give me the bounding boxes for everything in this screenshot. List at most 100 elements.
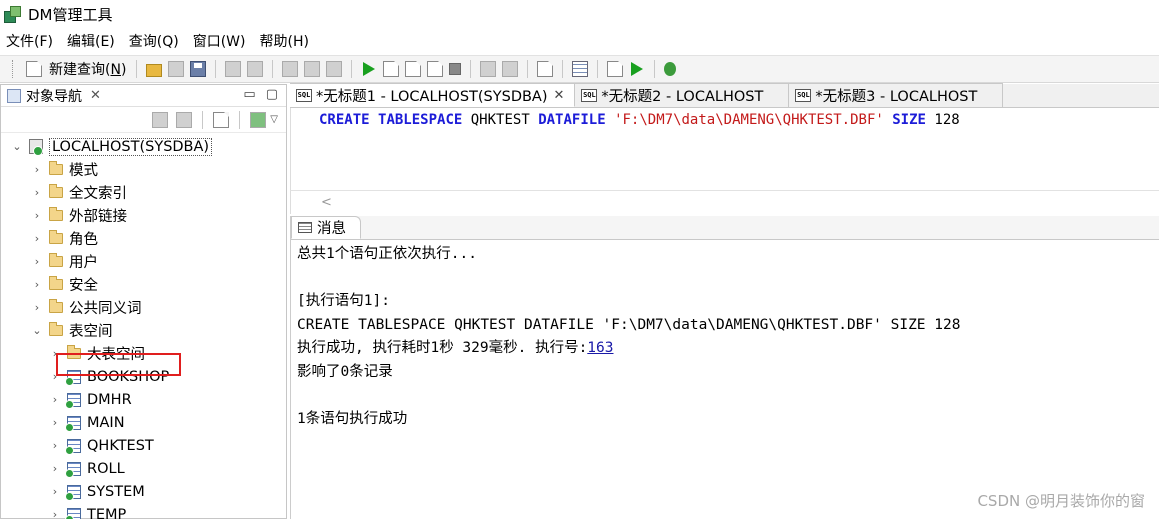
messages-body: 总共1个语句正依次执行... [执行语句1]: CREATE TABLESPAC… <box>291 240 1159 434</box>
chevron-down-icon[interactable]: ⌄ <box>11 140 23 153</box>
chevron-right-icon[interactable]: › <box>31 301 43 314</box>
toolbar-separator <box>654 60 656 78</box>
menu-edit[interactable]: 编辑(E) <box>67 31 115 51</box>
menu-window[interactable]: 窗口(W) <box>193 31 246 51</box>
rollback-icon[interactable] <box>502 61 519 77</box>
menu-file[interactable]: 文件(F) <box>6 31 53 51</box>
editor-tab-2[interactable]: SQL *无标题2 - LOCALHOST <box>575 83 790 107</box>
redo-icon[interactable] <box>247 61 264 77</box>
folder-open-icon <box>49 322 63 336</box>
open-folder-icon[interactable] <box>146 63 163 77</box>
tablespace-icon <box>65 484 81 501</box>
maximize-icon[interactable]: ▢ <box>266 87 278 102</box>
save-all-icon[interactable] <box>190 61 207 77</box>
sql-keyword: SIZE <box>892 112 926 128</box>
navigator-close-icon[interactable]: ✕ <box>90 88 101 103</box>
chevron-right-icon[interactable]: › <box>31 232 43 245</box>
result-grid-icon[interactable] <box>572 61 589 77</box>
tree-item-user[interactable]: › 用户 <box>31 250 98 273</box>
cut-icon[interactable] <box>282 61 299 77</box>
folder-icon <box>49 276 63 290</box>
copy-icon[interactable] <box>304 61 321 77</box>
tab-close-icon[interactable]: ✕ <box>554 88 565 103</box>
tablespace-icon <box>65 438 81 455</box>
disconnect-icon[interactable] <box>176 111 193 128</box>
chevron-right-icon[interactable]: › <box>31 186 43 199</box>
editor-tab-1[interactable]: SQL *无标题1 - LOCALHOST(SYSDBA) ✕ <box>290 83 576 107</box>
tree-item-roll[interactable]: › ROLL <box>49 457 125 480</box>
chevron-right-icon[interactable]: › <box>31 278 43 291</box>
sql-file-icon: SQL <box>795 89 812 102</box>
stop-icon[interactable] <box>449 63 462 75</box>
sql-editor[interactable]: CREATE TABLESPACE QHKTEST DATAFILE 'F:\D… <box>290 108 1159 190</box>
collapse-all-icon[interactable] <box>250 111 267 128</box>
minimize-icon[interactable]: ▭ <box>243 87 255 102</box>
chevron-right-icon[interactable]: › <box>49 416 61 429</box>
tree-item-main[interactable]: › MAIN <box>49 411 125 434</box>
chevron-right-icon[interactable]: › <box>31 163 43 176</box>
editor-tabs: SQL *无标题1 - LOCALHOST(SYSDBA) ✕ SQL *无标题… <box>290 83 1159 108</box>
chevron-right-icon[interactable]: › <box>49 462 61 475</box>
undo-icon[interactable] <box>225 61 242 77</box>
debug-run-icon[interactable] <box>631 62 644 76</box>
save-icon-disabled[interactable] <box>168 61 185 77</box>
messages-tab[interactable]: 消息 <box>291 216 361 239</box>
chevron-right-icon[interactable]: › <box>49 485 61 498</box>
tree-item-label: 角色 <box>69 232 98 248</box>
messages-panel: 消息 总共1个语句正依次执行... [执行语句1]: CREATE TABLES… <box>290 216 1159 519</box>
tree-item-role[interactable]: › 角色 <box>31 227 98 250</box>
main-toolbar: 新建查询(N) <box>0 55 1159 83</box>
message-line <box>297 384 1153 408</box>
view-menu-icon[interactable]: ▽ <box>270 114 278 125</box>
toolbar-separator <box>239 110 241 129</box>
tree-item-fulltext[interactable]: › 全文索引 <box>31 181 127 204</box>
toolbar-separator <box>351 60 353 78</box>
tree-item-public-synonym[interactable]: › 公共同义词 <box>31 296 142 319</box>
chevron-right-icon[interactable]: › <box>49 393 61 406</box>
chevron-down-icon[interactable]: ⌄ <box>31 324 43 337</box>
tree-item-dmhr[interactable]: › DMHR <box>49 388 132 411</box>
explain-icon[interactable] <box>405 61 422 77</box>
server-icon <box>29 139 43 156</box>
connect-icon[interactable] <box>152 111 169 128</box>
navigator-tab[interactable]: 对象导航 ✕ <box>7 86 101 106</box>
chevron-right-icon[interactable]: › <box>49 508 61 519</box>
chevron-right-icon[interactable]: › <box>31 255 43 268</box>
tree-item-schema[interactable]: › 模式 <box>31 158 98 181</box>
editor-tab-3[interactable]: SQL *无标题3 - LOCALHOST <box>789 83 1004 107</box>
execution-id-link[interactable]: 163 <box>587 340 613 356</box>
tree-item-tablespace[interactable]: ⌄ 表空间 <box>31 319 113 342</box>
toolbar-separator <box>597 60 599 78</box>
new-document-icon <box>26 61 42 77</box>
scroll-left-icon[interactable]: < <box>321 195 332 210</box>
tree-item-label: 模式 <box>69 163 98 179</box>
execute-icon[interactable] <box>363 62 376 76</box>
tree-root[interactable]: ⌄ LOCALHOST(SYSDBA) <box>11 135 213 158</box>
tree-item-temp[interactable]: › TEMP <box>49 503 126 519</box>
tree-item-security[interactable]: › 安全 <box>31 273 98 296</box>
execute-script-icon[interactable] <box>383 61 400 77</box>
tree-item-external-link[interactable]: › 外部链接 <box>31 204 127 227</box>
tree-item-label: DMHR <box>87 391 132 408</box>
sql-identifier: QHKTEST <box>470 112 530 128</box>
refresh-icon[interactable] <box>213 111 230 128</box>
debug-bug-icon[interactable] <box>664 62 677 76</box>
history-icon[interactable] <box>607 61 624 77</box>
chevron-right-icon[interactable]: › <box>49 439 61 452</box>
tree-item-system[interactable]: › SYSTEM <box>49 480 145 503</box>
new-query-button[interactable]: 新建查询(N) <box>19 59 130 79</box>
toolbar-grip <box>12 60 15 78</box>
paste-icon[interactable] <box>326 61 343 77</box>
tree-item-qhktest[interactable]: › QHKTEST <box>49 434 154 457</box>
execute-plan-icon[interactable] <box>427 61 444 77</box>
tree-item-label: 表空间 <box>69 324 113 340</box>
tablespace-icon <box>65 415 81 432</box>
commit-icon[interactable] <box>480 61 497 77</box>
format-icon[interactable] <box>537 61 554 77</box>
menu-help[interactable]: 帮助(H) <box>260 31 309 51</box>
horizontal-scrollbar[interactable]: < <box>290 190 1159 214</box>
chevron-right-icon[interactable]: › <box>31 209 43 222</box>
tree-item-label: MAIN <box>87 414 125 431</box>
navigator-header: 对象导航 ✕ ▭ ▢ <box>1 85 286 107</box>
menu-query[interactable]: 查询(Q) <box>129 31 179 51</box>
